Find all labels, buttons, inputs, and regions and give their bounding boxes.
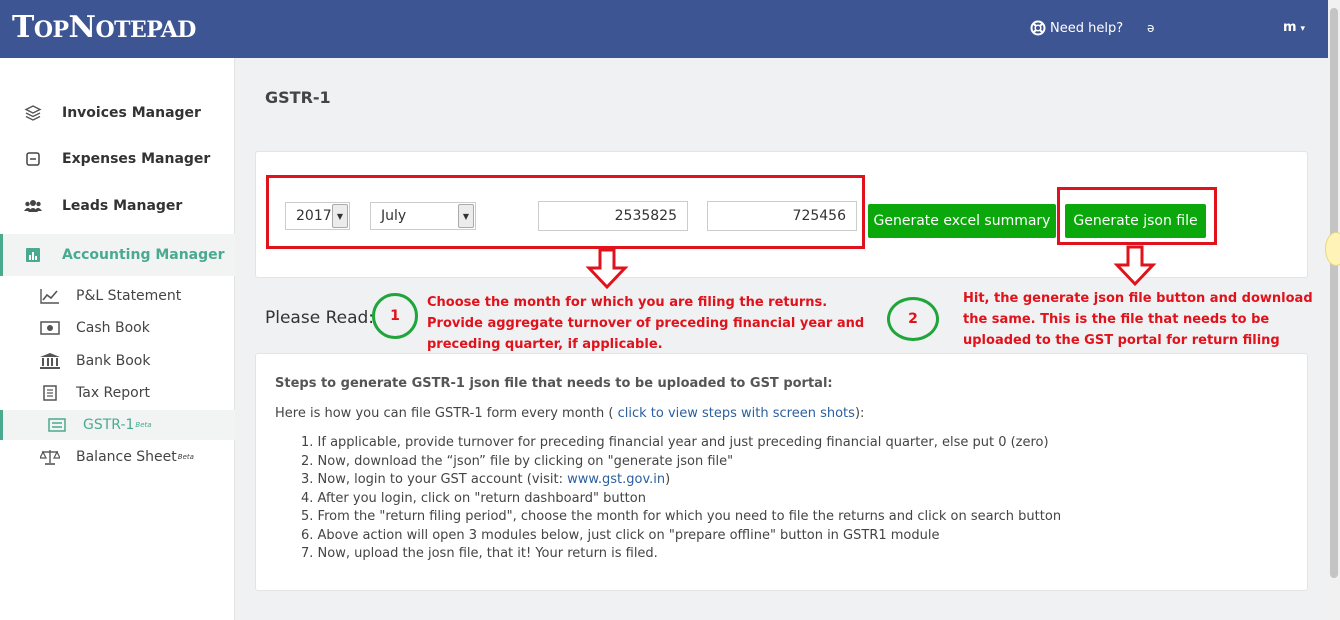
users-icon xyxy=(24,197,42,215)
sidebar-item-expenses-manager[interactable]: Expenses Manager xyxy=(0,139,235,179)
sidebar-item-invoices-manager[interactable]: Invoices Manager xyxy=(0,93,235,133)
step-text: 3. Now, login to your GST account (visit… xyxy=(301,472,568,487)
sidebar-subitem-label: P&L Statement xyxy=(76,288,182,304)
user-name: m xyxy=(1283,20,1297,35)
intro-text-end: ): xyxy=(854,406,865,421)
arrow-down-icon xyxy=(585,248,629,290)
generate-excel-summary-button[interactable]: Generate excel summary xyxy=(868,204,1056,238)
scrollbar-thumb[interactable] xyxy=(1330,8,1338,578)
annotation-text-1: Choose the month for which you are filin… xyxy=(427,292,864,355)
sidebar-subitem-bank-book[interactable]: Bank Book xyxy=(0,346,235,376)
sidebar-subitem-label: Tax Report xyxy=(76,385,150,401)
sidebar: Invoices Manager Expenses Manager Leads … xyxy=(0,58,235,620)
annotation-number-2: 2 xyxy=(887,297,939,341)
annotation-text-2: Hit, the generate json file button and d… xyxy=(963,288,1313,351)
sidebar-item-label: Leads Manager xyxy=(62,198,183,214)
bar-chart-icon xyxy=(24,246,42,264)
arrow-down-icon xyxy=(1113,245,1157,287)
annotation-box-json-button xyxy=(1057,187,1217,245)
help-label: Need help? xyxy=(1050,20,1124,36)
step-item: 1. If applicable, provide turnover for p… xyxy=(301,435,1049,450)
app-logo[interactable]: TOPNOTEPAD xyxy=(12,10,196,45)
step-item: 2. Now, download the “json” file by clic… xyxy=(301,453,734,469)
logo-text: OTEPAD xyxy=(95,17,196,43)
annotation-line: Hit, the generate json file button and d… xyxy=(963,291,1313,306)
document-icon xyxy=(40,385,60,401)
beta-badge: Beta xyxy=(135,421,152,429)
step-item: 4. After you login, click on "return das… xyxy=(301,490,646,506)
intro-text-start: Here is how you can file GSTR-1 form eve… xyxy=(275,406,618,421)
sidebar-subitem-tax-report[interactable]: Tax Report xyxy=(0,378,235,408)
bank-icon xyxy=(40,353,60,369)
sidebar-subitem-gstr-1[interactable]: GSTR-1 Beta xyxy=(0,410,235,440)
annotation-line: preceding quarter, if applicable. xyxy=(427,337,663,352)
step-item: 5. From the "return filing period", choo… xyxy=(301,509,1062,524)
sidebar-subitem-pl-statement[interactable]: P&L Statement xyxy=(0,281,235,311)
header-glyph: ǝ xyxy=(1147,21,1155,35)
user-menu-toggle[interactable]: m ▾ xyxy=(1283,20,1305,35)
sidebar-subitem-label: Bank Book xyxy=(76,353,151,369)
sidebar-item-leads-manager[interactable]: Leads Manager xyxy=(0,186,235,226)
sidebar-subitem-cash-book[interactable]: Cash Book xyxy=(0,313,235,343)
annotation-box-form-fields xyxy=(266,175,865,249)
logo-text: OP xyxy=(33,17,69,43)
help-link[interactable]: Need help? xyxy=(1030,20,1123,36)
step-text-end: ) xyxy=(665,472,671,487)
annotation-line: Choose the month for which you are filin… xyxy=(427,295,828,310)
step-item: 6. Above action will open 3 modules belo… xyxy=(301,527,940,543)
steps-list: 1. If applicable, provide turnover for p… xyxy=(301,434,1061,564)
annotation-line: the same. This is the file that needs to… xyxy=(963,312,1270,327)
sidebar-item-label: Expenses Manager xyxy=(62,151,211,167)
sidebar-item-accounting-manager[interactable]: Accounting Manager xyxy=(0,234,235,276)
instructions-card: Steps to generate GSTR-1 json file that … xyxy=(255,353,1308,591)
beta-badge: Beta xyxy=(177,453,194,461)
annotation-line: Provide aggregate turnover of preceding … xyxy=(427,316,865,331)
sidebar-subitem-label: GSTR-1 xyxy=(83,417,135,433)
please-read-label: Please Read: xyxy=(265,308,375,328)
sidebar-subitem-label: Cash Book xyxy=(76,320,150,336)
caret-down-icon: ▾ xyxy=(1300,24,1306,34)
sidebar-item-label: Invoices Manager xyxy=(62,105,201,121)
minus-square-icon xyxy=(24,150,42,168)
gst-portal-link[interactable]: www.gst.gov.in xyxy=(567,472,665,487)
money-icon xyxy=(40,320,60,336)
logo-letter: N xyxy=(68,10,96,45)
step-item: 3. Now, login to your GST account (visit… xyxy=(301,471,1061,490)
step-item: 7. Now, upload the josn file, that it! Y… xyxy=(301,546,658,561)
floating-widget[interactable] xyxy=(1325,232,1340,266)
sidebar-subitem-balance-sheet[interactable]: Balance Sheet Beta xyxy=(0,442,235,472)
sidebar-subitem-label: Balance Sheet xyxy=(76,449,177,465)
annotation-line: uploaded to the GST portal for return fi… xyxy=(963,333,1280,348)
lifebuoy-icon xyxy=(1030,20,1046,36)
sidebar-item-label: Accounting Manager xyxy=(62,247,225,263)
list-icon xyxy=(47,417,67,433)
page-scrollbar[interactable] xyxy=(1328,0,1340,620)
layers-icon xyxy=(24,104,42,122)
line-chart-icon xyxy=(40,288,60,304)
annotation-number-1: 1 xyxy=(372,293,418,339)
balance-scale-icon xyxy=(40,449,60,465)
top-navbar: TOPNOTEPAD Need help? ǝ m ▾ xyxy=(0,0,1328,58)
page-title: GSTR-1 xyxy=(265,88,331,107)
intro-text: Here is how you can file GSTR-1 form eve… xyxy=(275,406,864,421)
steps-heading: Steps to generate GSTR-1 json file that … xyxy=(275,376,833,391)
view-screenshots-link[interactable]: click to view steps with screen shots xyxy=(618,406,855,421)
logo-letter: T xyxy=(12,10,34,45)
